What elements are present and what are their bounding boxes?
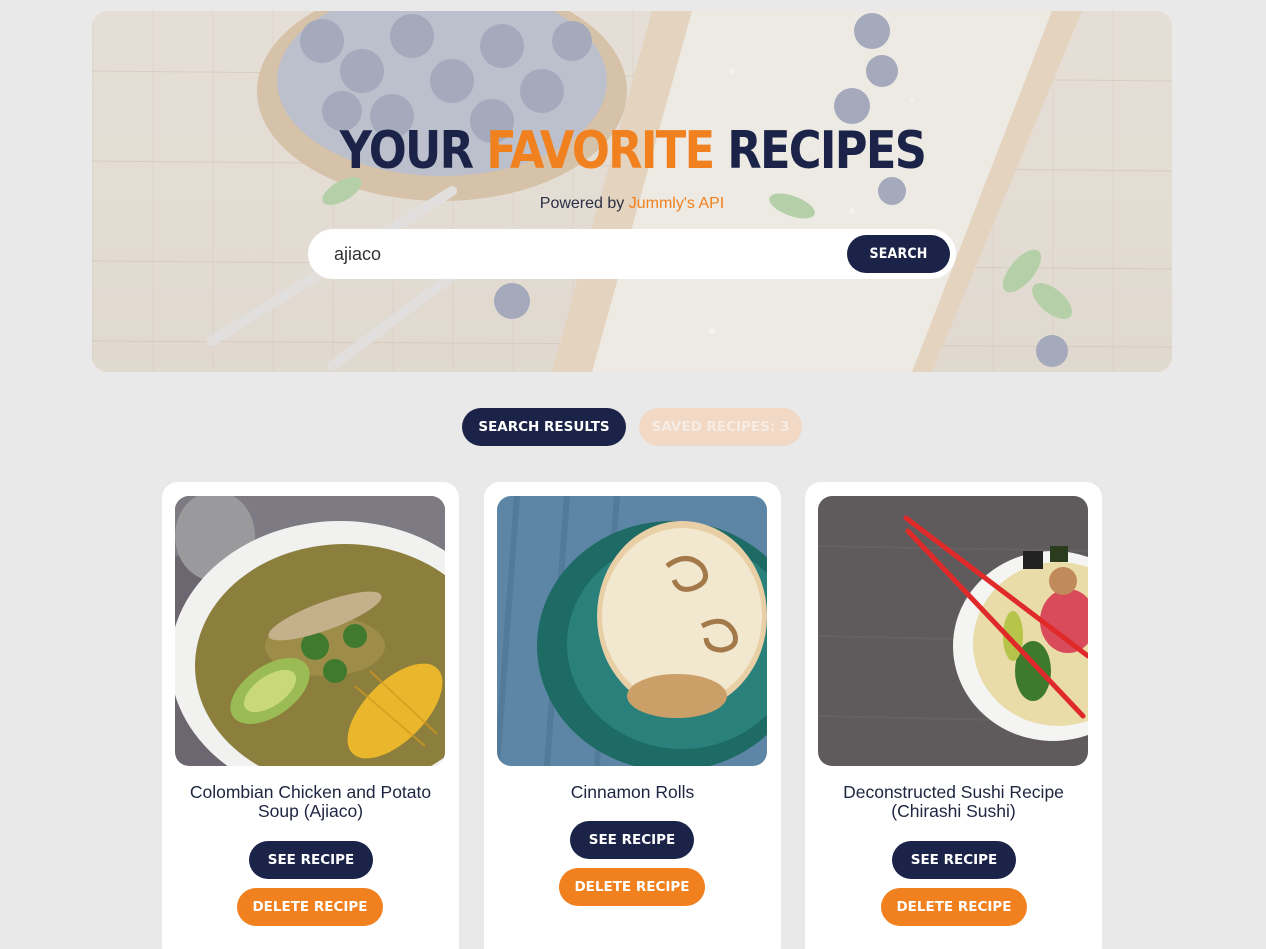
recipe-title: Colombian Chicken and Potato Soup (Ajiac… xyxy=(189,782,432,821)
tab-saved-recipes[interactable]: SAVED RECIPES: 3 xyxy=(639,408,802,446)
recipe-card: Cinnamon Rolls SEE RECIPE DELETE RECIPE xyxy=(484,482,781,949)
hero-banner: YOUR FAVORITE RECIPES Powered by Jummly'… xyxy=(92,11,1172,372)
powered-by-text: Powered by Jummly's API xyxy=(540,195,724,213)
search-button[interactable]: SEARCH xyxy=(847,235,950,273)
search-input[interactable] xyxy=(334,234,814,274)
api-link[interactable]: Jummly's API xyxy=(629,195,725,212)
recipe-title: Deconstructed Sushi Recipe (Chirashi Sus… xyxy=(843,782,1064,821)
chirashi-sushi-photo xyxy=(818,496,1088,766)
title-part-recipes: RECIPES xyxy=(726,121,927,181)
see-recipe-button[interactable]: SEE RECIPE xyxy=(892,841,1016,879)
see-recipe-button[interactable]: SEE RECIPE xyxy=(249,841,373,879)
title-part-favorite: FAVORITE xyxy=(485,121,715,181)
recipe-card: Deconstructed Sushi Recipe (Chirashi Sus… xyxy=(805,482,1102,949)
cinnamon-rolls-photo xyxy=(497,496,767,766)
powered-by-label: Powered by xyxy=(539,195,625,212)
see-recipe-button[interactable]: SEE RECIPE xyxy=(570,821,694,859)
title-part-your: YOUR xyxy=(339,121,473,181)
tab-search-results[interactable]: SEARCH RESULTS xyxy=(462,408,626,446)
delete-recipe-button[interactable]: DELETE RECIPE xyxy=(237,888,383,926)
ajiaco-soup-photo xyxy=(175,496,445,766)
hero-content: YOUR FAVORITE RECIPES Powered by Jummly'… xyxy=(92,11,1172,372)
search-bar: SEARCH xyxy=(308,229,956,279)
delete-recipe-button[interactable]: DELETE RECIPE xyxy=(559,868,705,906)
delete-recipe-button[interactable]: DELETE RECIPE xyxy=(881,888,1027,926)
recipe-card: Colombian Chicken and Potato Soup (Ajiac… xyxy=(162,482,459,949)
recipe-title: Cinnamon Rolls xyxy=(570,782,695,802)
page-title: YOUR FAVORITE RECIPES xyxy=(339,119,927,183)
